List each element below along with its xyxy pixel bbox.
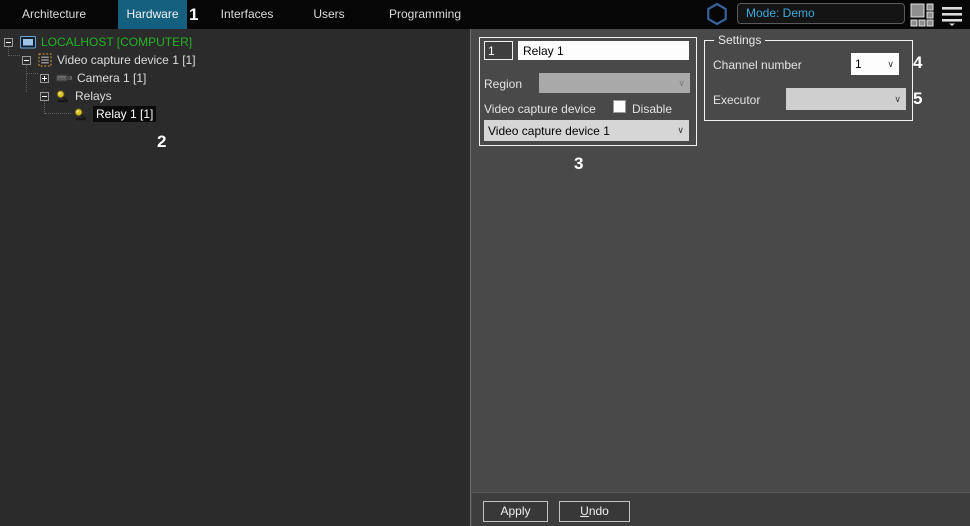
relay-id-input[interactable]	[484, 41, 513, 60]
tree-item-label-selected[interactable]: Relay 1 [1]	[93, 106, 157, 122]
disable-label: Disable	[632, 102, 673, 116]
video-capture-device-label: Video capture device	[484, 102, 596, 116]
tab-programming[interactable]: Programming	[377, 0, 473, 29]
properties-area: Region ∨ Video capture device Disable Vi…	[470, 29, 970, 526]
relay-icon	[74, 107, 86, 120]
tab-architecture[interactable]: Architecture	[6, 0, 102, 29]
expander-collapse-icon[interactable]	[40, 91, 49, 101]
expander-collapse-icon[interactable]	[22, 55, 31, 65]
annotation-2: 2	[157, 132, 167, 151]
annotation-4: 4	[913, 53, 923, 72]
tree-item-video-capture-device[interactable]: Video capture device 1 [1]	[22, 51, 196, 69]
tree-connector	[27, 73, 38, 74]
tab-hardware[interactable]: Hardware	[118, 0, 187, 29]
video-capture-device-dropdown[interactable]: Video capture device 1 ∨	[484, 120, 689, 141]
relay-icon	[56, 89, 68, 102]
channel-number-dropdown-value: 1	[855, 57, 862, 71]
tree-item-camera[interactable]: Camera 1 [1]	[40, 69, 146, 87]
tree-connector	[9, 55, 20, 56]
tab-users[interactable]: Users	[281, 0, 377, 29]
disable-checkbox[interactable]	[613, 100, 626, 113]
relay-name-input[interactable]	[518, 41, 689, 60]
apply-button[interactable]: Apply	[483, 501, 548, 522]
annotation-1: 1	[189, 5, 199, 24]
channel-number-dropdown[interactable]: 1 ∨	[851, 53, 899, 75]
chevron-down-icon: ∨	[894, 93, 901, 104]
settings-groupbox: Settings Channel number 1 ∨ Executor ∨	[704, 33, 913, 121]
annotation-5: 5	[913, 89, 923, 108]
executor-dropdown[interactable]: ∨	[786, 88, 906, 110]
bottom-button-bar: Apply Undo	[472, 492, 970, 526]
chevron-down-icon: ∨	[677, 125, 684, 135]
tree-item-relay-1[interactable]: Relay 1 [1]	[74, 105, 157, 123]
apply-button-label: Apply	[500, 504, 531, 518]
tree-connector	[45, 113, 71, 114]
mode-indicator-field[interactable]: Mode: Demo	[737, 3, 905, 24]
undo-button-label: Undo	[580, 504, 609, 518]
application-window: Architecture Hardware Interfaces Users P…	[0, 0, 970, 526]
camera-icon	[56, 74, 72, 82]
region-label: Region	[484, 77, 523, 91]
chevron-down-icon: ∨	[887, 58, 894, 69]
computer-icon	[20, 35, 36, 48]
region-dropdown[interactable]: ∨	[539, 73, 690, 93]
executor-label: Executor	[713, 93, 761, 107]
expander-expand-icon[interactable]	[40, 73, 49, 83]
settings-group-title: Settings	[714, 33, 766, 47]
top-navigation-bar: Architecture Hardware Interfaces Users P…	[0, 0, 970, 29]
layout-grid-icon[interactable]	[910, 3, 934, 27]
channel-number-label: Channel number	[713, 58, 802, 72]
hexagon-logo-icon	[707, 2, 727, 26]
relay-properties-panel: Region ∨ Video capture device Disable Vi…	[479, 37, 697, 146]
tree-item-label[interactable]: Camera 1 [1]	[77, 71, 146, 85]
annotation-3: 3	[574, 154, 584, 173]
tree-item-label[interactable]: Relays	[75, 89, 112, 103]
undo-button[interactable]: Undo	[559, 501, 630, 522]
tree-item-label[interactable]: LOCALHOST [COMPUTER]	[41, 35, 192, 49]
tree-item-localhost[interactable]: LOCALHOST [COMPUTER]	[4, 33, 192, 51]
tree-item-relays[interactable]: Relays	[40, 87, 112, 105]
expander-collapse-icon[interactable]	[4, 37, 13, 47]
hardware-tree-panel: LOCALHOST [COMPUTER] Video capture devic…	[0, 29, 470, 526]
hamburger-menu-icon[interactable]	[941, 4, 963, 26]
capture-board-icon	[38, 53, 52, 67]
tree-item-label[interactable]: Video capture device 1 [1]	[57, 53, 196, 67]
video-capture-device-dropdown-value: Video capture device 1	[488, 123, 610, 138]
chevron-down-icon: ∨	[678, 77, 685, 88]
